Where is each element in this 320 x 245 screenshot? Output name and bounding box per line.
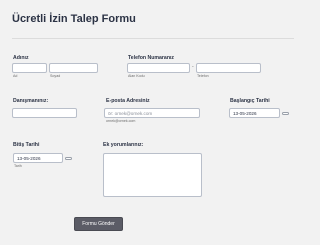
phone-number-input[interactable]	[196, 63, 261, 73]
comments-label: Ek yorumlarınız:	[103, 142, 144, 148]
last-name-input[interactable]	[49, 63, 98, 73]
email-label: E-posta Adresiniz	[106, 98, 150, 104]
submit-button[interactable]: Formu Gönder	[74, 217, 123, 231]
area-code-sublabel: Alan Kodu	[128, 74, 145, 78]
last-name-sublabel: Soyad	[50, 74, 61, 78]
email-input[interactable]	[104, 108, 200, 118]
calendar-icon[interactable]	[282, 112, 289, 115]
form-title: Ücretli İzin Talep Formu	[12, 13, 136, 25]
phone-number-sublabel: Telefon	[197, 74, 209, 78]
end-date-label: Bitiş Tarihi	[13, 142, 40, 148]
start-date-input[interactable]	[229, 108, 280, 118]
first-name-input[interactable]	[12, 63, 47, 73]
email-sublabel: ornek@ornek.com	[106, 119, 136, 123]
area-code-input[interactable]	[127, 63, 190, 73]
phone-separator: -	[192, 64, 194, 70]
first-name-sublabel: Ad	[13, 74, 18, 78]
title-divider	[12, 38, 294, 39]
start-date-label: Başlangıç Tarihi	[230, 98, 270, 104]
calendar-icon[interactable]	[65, 157, 72, 160]
advisor-input[interactable]	[12, 108, 77, 118]
end-date-sublabel: Tarih	[14, 164, 22, 168]
comments-textarea[interactable]	[103, 153, 202, 197]
advisor-label: Danışmanınız:	[13, 98, 49, 104]
end-date-input[interactable]	[13, 153, 63, 163]
name-label: Adınız	[13, 55, 29, 61]
phone-label: Telefon Numaranız	[128, 55, 175, 61]
